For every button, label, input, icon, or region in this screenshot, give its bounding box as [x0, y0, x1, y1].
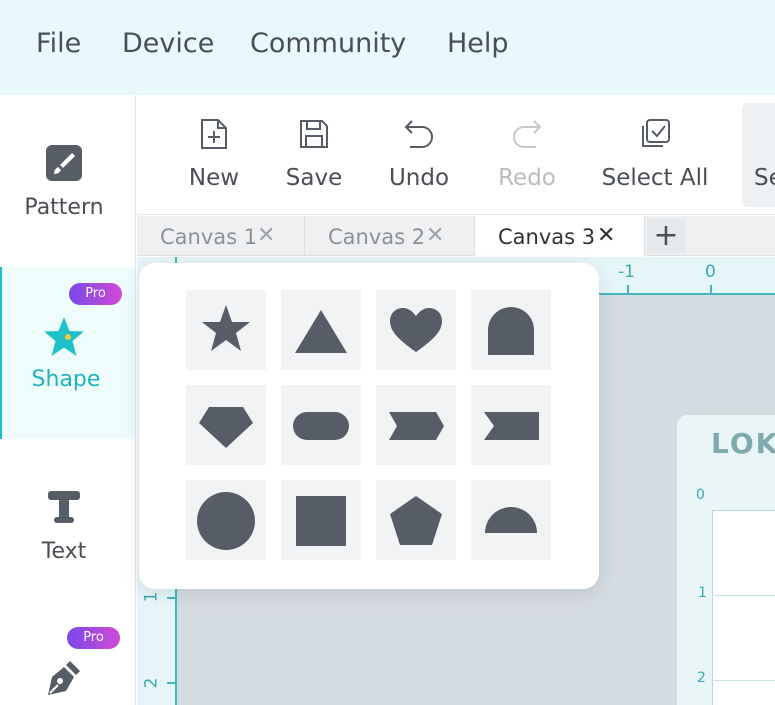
- menu-device[interactable]: Device: [122, 28, 214, 59]
- ruler-label: 1: [141, 591, 162, 603]
- shape-star-button[interactable]: [186, 290, 266, 370]
- shape-square-button[interactable]: [281, 480, 361, 560]
- device-canvas[interactable]: [712, 510, 775, 705]
- shape-diamond-button[interactable]: [186, 385, 266, 465]
- ruler-tick: [710, 285, 712, 295]
- shape-heart-button[interactable]: [376, 290, 456, 370]
- device-preview: LOKU 0 1 2: [677, 415, 775, 705]
- text-t-icon: [48, 491, 80, 523]
- device-ruler-label: 2: [697, 670, 706, 686]
- star-icon: [44, 317, 84, 356]
- square-shape-icon: [296, 496, 346, 546]
- left-sidebar: Pattern Pro Shape Text Pro: [0, 95, 136, 705]
- ruler-label: 2: [141, 677, 162, 689]
- menu-community[interactable]: Community: [250, 28, 406, 59]
- tab-canvas-3[interactable]: Canvas 3 ✕: [475, 216, 645, 257]
- sidebar-item-text[interactable]: Text: [0, 439, 135, 611]
- shape-half-circle-button[interactable]: [471, 480, 551, 560]
- grid-line: [712, 680, 775, 681]
- menu-help[interactable]: Help: [447, 28, 509, 59]
- brush-icon: [46, 145, 82, 181]
- redo-icon: [513, 120, 542, 148]
- new-button[interactable]: New: [179, 95, 249, 215]
- shape-picker-popup: [139, 263, 599, 589]
- select-all-button[interactable]: Select All: [600, 95, 710, 215]
- sidebar-item-label: Shape: [31, 367, 101, 392]
- sidebar-item-shape[interactable]: Pro Shape: [0, 267, 135, 439]
- shape-arch-button[interactable]: [471, 290, 551, 370]
- select-all-icon: [642, 119, 670, 147]
- undo-button[interactable]: Undo: [384, 95, 454, 215]
- arch-shape-icon: [488, 307, 534, 355]
- ruler-tick: [167, 682, 177, 684]
- triangle-shape-icon: [295, 310, 347, 353]
- ribbon-shape-icon: [484, 412, 539, 440]
- shape-circle-button[interactable]: [186, 480, 266, 560]
- device-logo: LOKU: [711, 427, 775, 460]
- pro-badge: Pro: [69, 283, 122, 305]
- shape-pentagon-button[interactable]: [376, 480, 456, 560]
- toolbar: New Save Undo Redo Select All Se: [137, 95, 775, 215]
- device-ruler-label: 0: [696, 487, 705, 503]
- pro-badge: Pro: [67, 627, 120, 649]
- undo-icon: [404, 120, 433, 148]
- pill-shape-icon: [293, 412, 349, 440]
- cut-off-tool-button[interactable]: Se: [742, 103, 775, 207]
- shape-ribbon-button[interactable]: [471, 385, 551, 465]
- sidebar-item-pattern[interactable]: Pattern: [0, 95, 135, 267]
- star-shape-icon: [202, 305, 250, 351]
- ruler-label: -1: [618, 262, 635, 282]
- sidebar-item-draw[interactable]: Pro: [0, 611, 135, 705]
- shape-pill-button[interactable]: [281, 385, 361, 465]
- pentagon-shape-icon: [390, 496, 442, 545]
- ruler-label: 0: [705, 262, 716, 282]
- menu-bar: File Device Community Help: [0, 0, 775, 95]
- circle-shape-icon: [197, 492, 255, 550]
- add-tab-button[interactable]: +: [647, 219, 685, 253]
- grid-line: [712, 595, 775, 596]
- close-icon[interactable]: ✕: [597, 223, 615, 248]
- close-icon[interactable]: ✕: [257, 223, 275, 248]
- shape-triangle-button[interactable]: [281, 290, 361, 370]
- close-icon[interactable]: ✕: [426, 223, 444, 248]
- pen-nib-icon: [48, 661, 80, 695]
- shape-chevron-button[interactable]: [376, 385, 456, 465]
- tab-canvas-1[interactable]: Canvas 1 ✕: [137, 216, 305, 256]
- menu-file[interactable]: File: [36, 28, 81, 59]
- sidebar-item-label: Pattern: [24, 195, 104, 220]
- save-button[interactable]: Save: [279, 95, 349, 215]
- heart-shape-icon: [390, 308, 442, 352]
- save-icon: [300, 120, 328, 148]
- new-file-icon: [201, 119, 227, 149]
- ruler-tick: [167, 597, 177, 599]
- device-ruler-label: 1: [698, 585, 707, 601]
- tab-canvas-2[interactable]: Canvas 2 ✕: [305, 216, 475, 256]
- redo-button[interactable]: Redo: [492, 95, 562, 215]
- sidebar-item-label: Text: [41, 539, 87, 564]
- diamond-shape-icon: [199, 407, 253, 448]
- ruler-tick: [627, 285, 629, 295]
- chevron-shape-icon: [389, 412, 444, 440]
- half-circle-shape-icon: [485, 507, 537, 533]
- canvas-tabs: Canvas 1 ✕ Canvas 2 ✕ Canvas 3 ✕ +: [137, 216, 775, 257]
